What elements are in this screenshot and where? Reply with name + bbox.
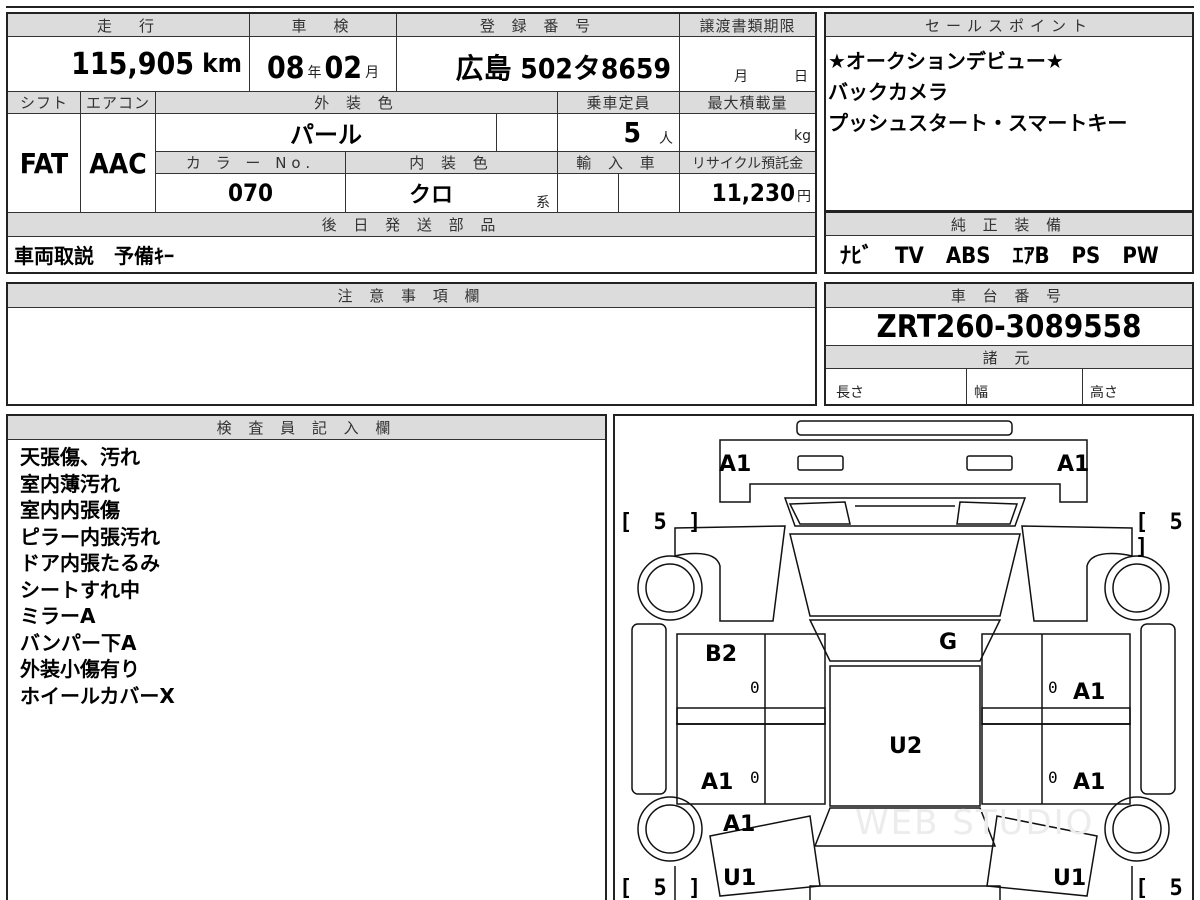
tire-rear-right: [ 5 ] [1135,876,1187,900]
sales-point-item: ★オークションデビュー★ [828,49,1064,73]
inspector-note: シートすれ中 [20,577,140,602]
inspector-note: 外装小傷有り [20,657,140,681]
car-body-diagram: WEB STUDIO [631,420,1176,900]
capacity-value: 5人 [623,116,673,149]
damage-left-rear-door: A1 [701,770,734,795]
inspector-box: 検 査 員 記 入 欄 天張傷、汚れ 室内薄汚れ 室内内張傷 ピラー内張汚れ ド… [6,414,607,900]
spec-header: 諸 元 [826,346,1192,368]
damage-front-left: A1 [719,452,752,477]
damage-right-rear-door: A1 [1073,770,1106,795]
car-diagram-box: WEB STUDIO A1 A1 [ 5 ] [ 5 ] B2 G 0 0 A1… [613,414,1194,900]
exterior-value: パール [290,121,362,149]
tire-front-left: [ 5 ] [619,510,706,535]
damage-right-rear-bottom: U1 [1053,866,1087,891]
load-unit: kg [794,128,811,144]
damage-right-front-door: A1 [1073,680,1106,705]
damage-zero-right-front: 0 [1048,678,1058,697]
equipment-box: 純 正 装 備 ﾅﾋﾞ TV ABS ｴｱB PS PW [824,211,1194,274]
deadline-day: 日 [794,69,808,85]
recycle-header: リサイクル預託金 [680,152,815,173]
shift-value: FAT [19,146,69,180]
equipment-value: ﾅﾋﾞ TV ABS ｴｱB PS PW [840,244,1159,269]
damage-zero-right-rear: 0 [1048,768,1058,787]
damage-left-rear-bottom: U1 [723,866,757,891]
load-header: 最大積載量 [680,92,815,113]
inspector-note: ドア内張たるみ [20,551,160,575]
length-label: 長さ [836,385,864,401]
mileage-header: 走 行 [8,14,249,36]
interior-header: 内 装 色 [346,152,557,173]
tire-front-right: [ 5 ] [1135,510,1187,560]
inspector-notes: 天張傷、汚れ 室内薄汚れ 室内内張傷 ピラー内張汚れ ドア内張たるみ シートすれ… [20,444,175,709]
registration-value: 広島 502タ8659 [455,52,671,85]
mileage-value: 115,905 km [71,46,242,82]
interior-unit: 系 [536,195,550,211]
damage-left-front-door: B2 [705,642,738,667]
caution-header: 注 意 事 項 欄 [8,284,815,307]
sales-point-box: セールスポイント ★オークションデビュー★ バックカメラ プッシュスタート・スマ… [824,12,1194,212]
inspector-header: 検 査 員 記 入 欄 [8,416,605,439]
inspection-value: 08 年 02 月 [266,50,380,86]
inspector-note: 室内内張傷 [20,498,120,522]
diagram-watermark: WEB STUDIO [855,803,1094,843]
chassis-header: 車 台 番 号 [826,284,1192,307]
vehicle-info-table: 走 行 車 検 登 録 番 号 譲渡書類期限 115,905 km 08 年 02 月 … [6,12,817,274]
deadline-month: 月 [734,69,748,85]
damage-front-right: A1 [1057,452,1090,477]
exterior-header: 外 装 色 [156,92,557,113]
damage-zero-left-rear: 0 [750,768,760,787]
recycle-value: 11,230 円 [711,179,811,207]
inspector-note: ミラーA [20,604,96,628]
width-label: 幅 [974,385,988,401]
sales-point-header: セールスポイント [826,14,1192,36]
aircon-value: AAC [89,146,147,180]
damage-roof: U2 [889,734,923,759]
damage-hood: G [939,630,958,655]
tire-rear-left: [ 5 ] [619,876,706,900]
chassis-number: ZRT260-3089558 [876,308,1142,345]
import-header: 輸 入 車 [558,152,679,173]
inspector-note: ピラー内張汚れ [20,524,160,549]
interior-value: クロ [408,183,453,208]
damage-left-rear-fender: A1 [723,812,756,837]
sales-point-item: バックカメラ [828,80,948,104]
chassis-box: 車 台 番 号 ZRT260-3089558 諸 元 長さ 幅 高さ [824,282,1194,406]
registration-header: 登 録 番 号 [397,14,679,36]
caution-box: 注 意 事 項 欄 [6,282,817,406]
sales-point-list: ★オークションデビュー★ バックカメラ プッシュスタート・スマートキー [828,46,1127,139]
inspector-note: 天張傷、汚れ [20,445,140,469]
inspector-note: 室内薄汚れ [20,471,120,496]
capacity-header: 乗車定員 [558,92,679,113]
later-parts-value: 車両取説 予備ｷｰ [14,244,174,268]
sales-point-item: プッシュスタート・スマートキー [828,111,1128,135]
equipment-header: 純 正 装 備 [826,213,1192,235]
shift-header: シフト [8,92,80,113]
height-label: 高さ [1090,385,1118,401]
inspector-note: バンパー下A [20,630,137,655]
color-no-value: 070 [227,179,274,207]
damage-zero-left-front: 0 [750,678,760,697]
color-no-header: カ ラ ー No. [156,152,345,173]
aircon-header: エアコン [81,92,155,113]
later-parts-header: 後 日 発 送 部 品 [8,213,815,236]
inspection-header: 車 検 [250,14,396,36]
inspector-note: ホイールカバーX [20,683,175,708]
deadline-header: 譲渡書類期限 [680,14,815,36]
top-cropped-strip [6,0,1194,8]
